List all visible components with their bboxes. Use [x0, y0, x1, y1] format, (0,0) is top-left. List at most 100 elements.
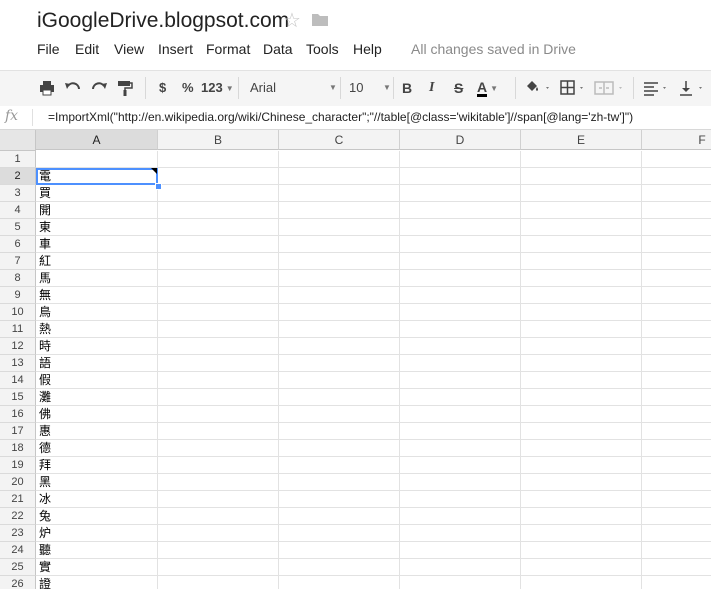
cell-f24[interactable]: [642, 542, 711, 559]
cell-f26[interactable]: [642, 576, 711, 589]
cell-d1[interactable]: [400, 151, 521, 168]
paint-format-icon[interactable]: [117, 79, 133, 97]
cell-c13[interactable]: [279, 355, 400, 372]
font-family-select[interactable]: Arial ▼: [250, 79, 337, 97]
cell-e23[interactable]: [521, 525, 642, 542]
cell-e21[interactable]: [521, 491, 642, 508]
menu-help[interactable]: Help: [353, 41, 382, 57]
cell-c10[interactable]: [279, 304, 400, 321]
redo-icon[interactable]: [90, 79, 108, 97]
cell-b1[interactable]: [158, 151, 279, 168]
row-header-25[interactable]: 25: [0, 559, 36, 576]
cell-d8[interactable]: [400, 270, 521, 287]
cell-a19[interactable]: 拜: [36, 457, 158, 474]
row-header-12[interactable]: 12: [0, 338, 36, 355]
borders-icon[interactable]: [560, 79, 588, 97]
text-color-button[interactable]: A ▼: [477, 79, 507, 97]
row-header-9[interactable]: 9: [0, 287, 36, 304]
cell-e19[interactable]: [521, 457, 642, 474]
cell-b15[interactable]: [158, 389, 279, 406]
percent-button[interactable]: %: [182, 79, 194, 97]
row-header-16[interactable]: 16: [0, 406, 36, 423]
menu-data[interactable]: Data: [263, 41, 293, 57]
cell-f12[interactable]: [642, 338, 711, 355]
cell-f21[interactable]: [642, 491, 711, 508]
cell-b14[interactable]: [158, 372, 279, 389]
cell-e14[interactable]: [521, 372, 642, 389]
row-header-21[interactable]: 21: [0, 491, 36, 508]
cell-c17[interactable]: [279, 423, 400, 440]
cell-c14[interactable]: [279, 372, 400, 389]
cell-a1[interactable]: [36, 151, 158, 168]
row-header-1[interactable]: 1: [0, 151, 36, 168]
row-header-2[interactable]: 2: [0, 168, 36, 185]
cell-f7[interactable]: [642, 253, 711, 270]
row-header-8[interactable]: 8: [0, 270, 36, 287]
row-header-4[interactable]: 4: [0, 202, 36, 219]
row-header-13[interactable]: 13: [0, 355, 36, 372]
cell-c25[interactable]: [279, 559, 400, 576]
row-header-7[interactable]: 7: [0, 253, 36, 270]
cell-d9[interactable]: [400, 287, 521, 304]
cell-b7[interactable]: [158, 253, 279, 270]
row-header-22[interactable]: 22: [0, 508, 36, 525]
cell-a6[interactable]: 車: [36, 236, 158, 253]
cell-b2[interactable]: [158, 168, 279, 185]
row-header-3[interactable]: 3: [0, 185, 36, 202]
cell-e4[interactable]: [521, 202, 642, 219]
cell-b11[interactable]: [158, 321, 279, 338]
cell-b10[interactable]: [158, 304, 279, 321]
cell-b3[interactable]: [158, 185, 279, 202]
cell-f14[interactable]: [642, 372, 711, 389]
cell-b6[interactable]: [158, 236, 279, 253]
cell-e8[interactable]: [521, 270, 642, 287]
column-header-e[interactable]: E: [521, 130, 642, 150]
cell-e1[interactable]: [521, 151, 642, 168]
cell-c4[interactable]: [279, 202, 400, 219]
row-header-15[interactable]: 15: [0, 389, 36, 406]
fill-handle[interactable]: [155, 183, 162, 190]
folder-icon[interactable]: [312, 13, 328, 26]
row-header-11[interactable]: 11: [0, 321, 36, 338]
cell-d10[interactable]: [400, 304, 521, 321]
cell-f16[interactable]: [642, 406, 711, 423]
cell-e2[interactable]: [521, 168, 642, 185]
cell-c18[interactable]: [279, 440, 400, 457]
row-header-19[interactable]: 19: [0, 457, 36, 474]
cell-c24[interactable]: [279, 542, 400, 559]
row-header-10[interactable]: 10: [0, 304, 36, 321]
row-header-26[interactable]: 26: [0, 576, 36, 589]
row-header-18[interactable]: 18: [0, 440, 36, 457]
row-header-6[interactable]: 6: [0, 236, 36, 253]
cell-a17[interactable]: 惠: [36, 423, 158, 440]
cell-d16[interactable]: [400, 406, 521, 423]
cell-b24[interactable]: [158, 542, 279, 559]
cell-a14[interactable]: 假: [36, 372, 158, 389]
cell-d4[interactable]: [400, 202, 521, 219]
column-header-b[interactable]: B: [158, 130, 279, 150]
menu-format[interactable]: Format: [206, 41, 250, 57]
cell-a23[interactable]: 炉: [36, 525, 158, 542]
cell-e6[interactable]: [521, 236, 642, 253]
cell-a2[interactable]: 電: [36, 168, 158, 185]
cell-d7[interactable]: [400, 253, 521, 270]
cell-c7[interactable]: [279, 253, 400, 270]
currency-button[interactable]: $: [159, 79, 166, 97]
cell-c6[interactable]: [279, 236, 400, 253]
row-header-20[interactable]: 20: [0, 474, 36, 491]
row-header-5[interactable]: 5: [0, 219, 36, 236]
cell-a5[interactable]: 東: [36, 219, 158, 236]
row-header-17[interactable]: 17: [0, 423, 36, 440]
cell-c15[interactable]: [279, 389, 400, 406]
cell-d2[interactable]: [400, 168, 521, 185]
cell-a11[interactable]: 熱: [36, 321, 158, 338]
row-header-24[interactable]: 24: [0, 542, 36, 559]
cell-f3[interactable]: [642, 185, 711, 202]
cell-c2[interactable]: [279, 168, 400, 185]
cell-e11[interactable]: [521, 321, 642, 338]
cell-f11[interactable]: [642, 321, 711, 338]
cell-c23[interactable]: [279, 525, 400, 542]
star-icon[interactable]: ☆: [283, 8, 301, 33]
cell-b13[interactable]: [158, 355, 279, 372]
cell-a3[interactable]: 買: [36, 185, 158, 202]
